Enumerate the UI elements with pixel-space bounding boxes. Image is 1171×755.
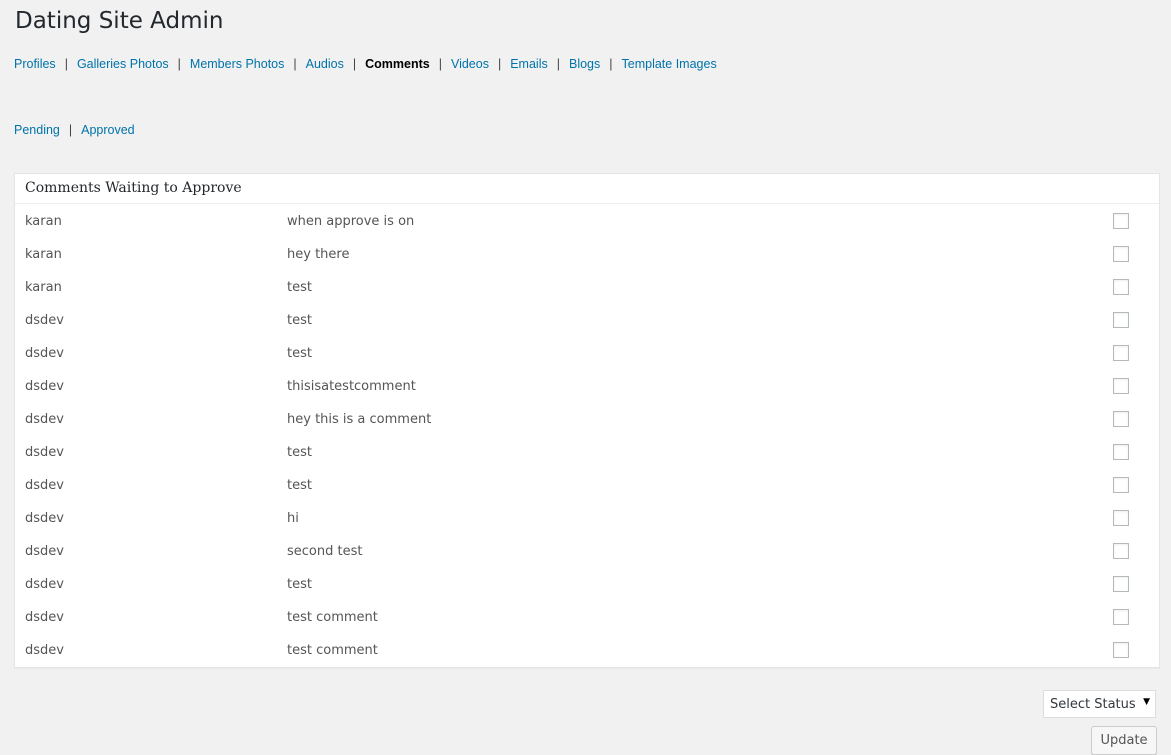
nav-separator: |: [609, 57, 613, 71]
comment-author: dsdev: [25, 478, 64, 493]
comment-row: dsdev test comment: [15, 633, 1159, 666]
filter-link-pending[interactable]: Pending: [14, 123, 60, 137]
nav-separator: |: [68, 123, 73, 137]
filter-link-approved[interactable]: Approved: [81, 123, 135, 137]
update-button[interactable]: Update: [1091, 726, 1157, 755]
comment-row: dsdev test: [15, 303, 1159, 336]
main-nav: Profiles | Galleries Photos | Members Photos…: [14, 57, 717, 71]
approve-checkbox[interactable]: [1113, 609, 1129, 625]
nav-link-members-photos[interactable]: Members Photos: [190, 57, 284, 71]
comment-row: karan when approve is on: [15, 204, 1159, 237]
comment-text: test: [287, 313, 312, 328]
nav-separator: |: [497, 57, 502, 71]
nav-link-comments[interactable]: Comments: [365, 57, 430, 71]
comment-row: dsdev test: [15, 336, 1159, 369]
comment-text: second test: [287, 544, 363, 559]
comment-text: test: [287, 280, 312, 295]
chevron-down-icon: ▼: [1143, 697, 1150, 707]
approve-checkbox[interactable]: [1113, 576, 1129, 592]
comment-row: dsdev test: [15, 567, 1159, 600]
nav-separator: |: [64, 57, 68, 71]
comment-text: when approve is on: [287, 214, 415, 229]
nav-separator: |: [177, 57, 181, 71]
panel-title: Comments Waiting to Approve: [15, 174, 1159, 204]
nav-link-videos[interactable]: Videos: [451, 57, 489, 71]
comment-text: test: [287, 346, 312, 361]
nav-separator: |: [438, 57, 442, 71]
nav-link-galleries-photos[interactable]: Galleries Photos: [77, 57, 169, 71]
comment-text: test comment: [287, 643, 378, 658]
nav-link-blogs[interactable]: Blogs: [569, 57, 600, 71]
approve-checkbox[interactable]: [1113, 279, 1129, 295]
page-title: Dating Site Admin: [15, 8, 224, 34]
comment-author: dsdev: [25, 610, 64, 625]
comment-row: dsdev test: [15, 468, 1159, 501]
status-filter-nav: Pending | Approved: [14, 123, 135, 137]
comment-author: karan: [25, 214, 62, 229]
comment-row: dsdev thisisatestcomment: [15, 369, 1159, 402]
comment-text: hey there: [287, 247, 350, 262]
approve-checkbox[interactable]: [1113, 213, 1129, 229]
approve-checkbox[interactable]: [1113, 543, 1129, 559]
nav-link-emails[interactable]: Emails: [510, 57, 548, 71]
comment-author: dsdev: [25, 346, 64, 361]
nav-link-profiles[interactable]: Profiles: [14, 57, 56, 71]
approve-checkbox[interactable]: [1113, 444, 1129, 460]
comment-author: karan: [25, 247, 62, 262]
comment-author: dsdev: [25, 313, 64, 328]
comment-text: test: [287, 577, 312, 592]
comment-author: dsdev: [25, 511, 64, 526]
comments-list: karan when approve is on karan hey there kar…: [15, 204, 1159, 666]
comment-row: dsdev hi: [15, 501, 1159, 534]
status-select[interactable]: Select Status ▼: [1043, 690, 1156, 718]
nav-separator: |: [293, 57, 297, 71]
comment-text: test: [287, 445, 312, 460]
comment-text: thisisatestcomment: [287, 379, 416, 394]
nav-separator: |: [556, 57, 560, 71]
comment-author: dsdev: [25, 643, 64, 658]
comment-text: hi: [287, 511, 299, 526]
comments-panel: Comments Waiting to Approve karan when ap…: [14, 173, 1160, 668]
comment-author: dsdev: [25, 544, 64, 559]
comment-author: karan: [25, 280, 62, 295]
comment-row: karan hey there: [15, 237, 1159, 270]
comment-author: dsdev: [25, 445, 64, 460]
nav-link-template-images[interactable]: Template Images: [622, 57, 717, 71]
admin-page: Dating Site Admin Profiles | Galleries Pho…: [0, 0, 1171, 755]
status-select-value: Select Status: [1050, 697, 1136, 712]
approve-checkbox[interactable]: [1113, 510, 1129, 526]
comment-text: test: [287, 478, 312, 493]
approve-checkbox[interactable]: [1113, 246, 1129, 262]
comment-row: dsdev hey this is a comment: [15, 402, 1159, 435]
approve-checkbox[interactable]: [1113, 411, 1129, 427]
comment-row: karan test: [15, 270, 1159, 303]
nav-separator: |: [352, 57, 357, 71]
approve-checkbox[interactable]: [1113, 312, 1129, 328]
approve-checkbox[interactable]: [1113, 378, 1129, 394]
comment-row: dsdev test: [15, 435, 1159, 468]
comment-author: dsdev: [25, 379, 64, 394]
comment-author: dsdev: [25, 412, 64, 427]
comment-author: dsdev: [25, 577, 64, 592]
approve-checkbox[interactable]: [1113, 345, 1129, 361]
nav-link-audios[interactable]: Audios: [306, 57, 344, 71]
comment-row: dsdev second test: [15, 534, 1159, 567]
approve-checkbox[interactable]: [1113, 477, 1129, 493]
comment-row: dsdev test comment: [15, 600, 1159, 633]
comment-text: hey this is a comment: [287, 412, 432, 427]
comment-text: test comment: [287, 610, 378, 625]
approve-checkbox[interactable]: [1113, 642, 1129, 658]
